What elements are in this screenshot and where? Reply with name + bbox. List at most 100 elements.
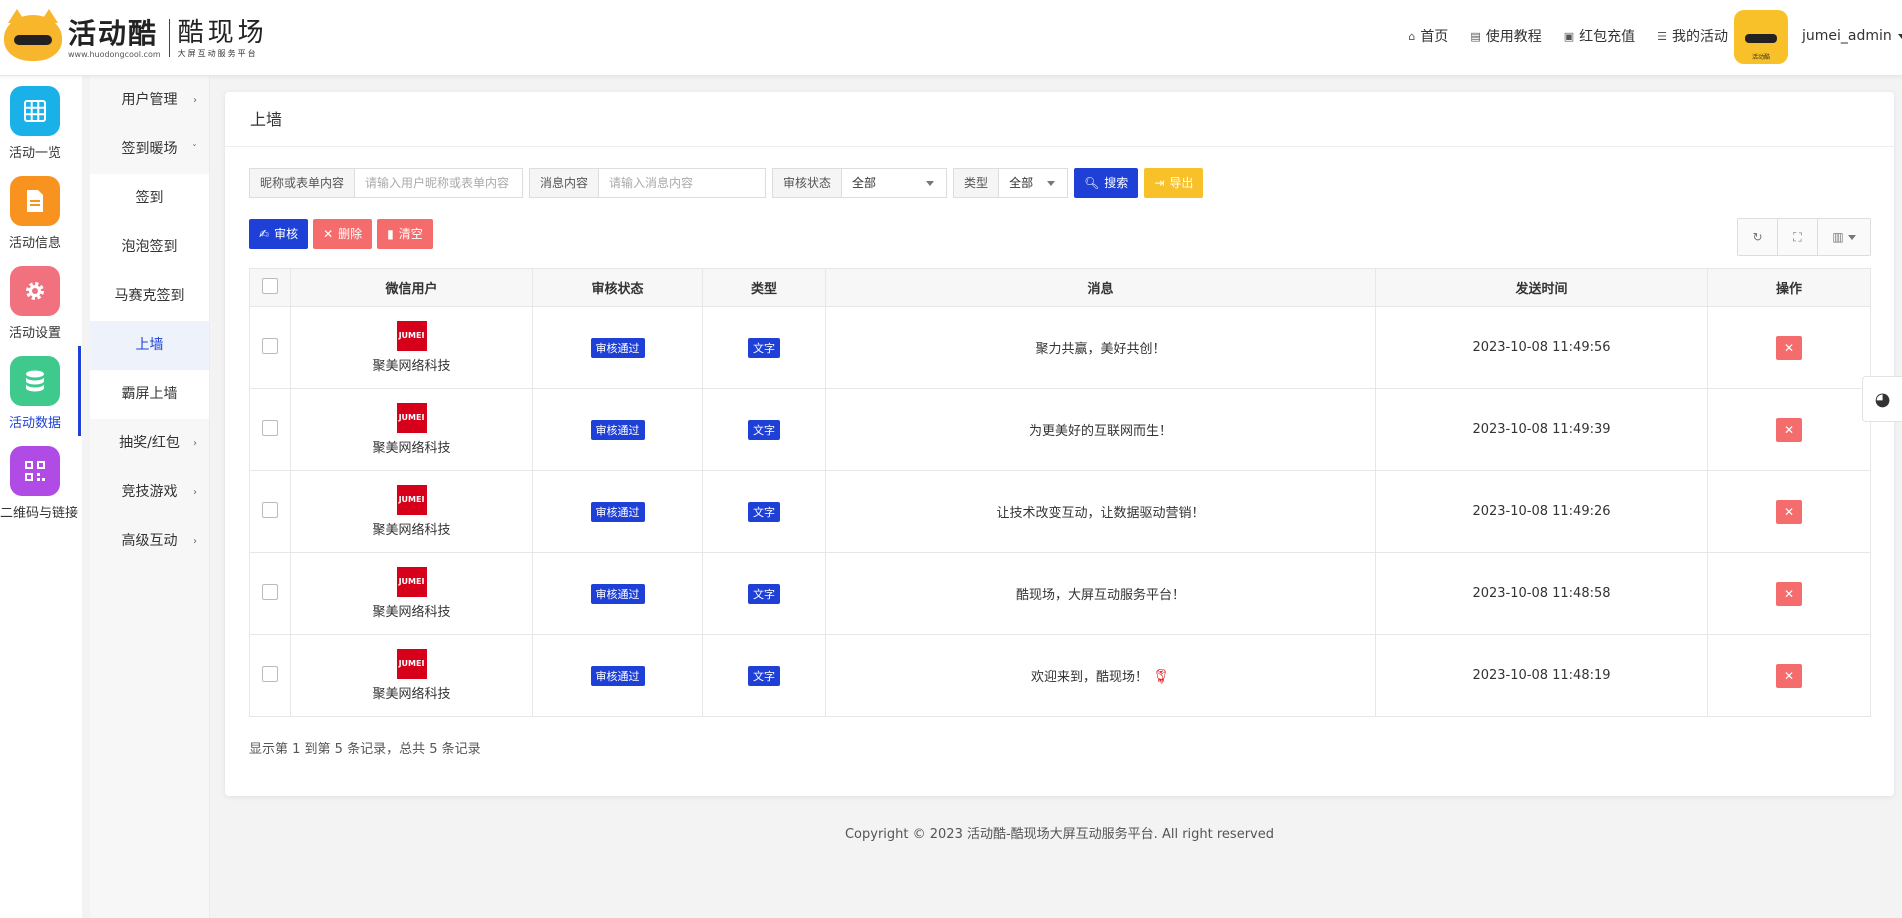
message-cell: 聚力共赢，美好共创！ xyxy=(825,306,1376,389)
qq-contact-icon[interactable]: ◕ xyxy=(1862,376,1902,422)
approve-button[interactable]: ✍ 审核 xyxy=(249,219,309,249)
submenu-fullscreen-wall[interactable]: 霸屏上墙 xyxy=(90,370,209,419)
select-all-cell xyxy=(249,268,291,307)
delete-row-button[interactable]: ✕ xyxy=(1776,335,1802,360)
nav-my-activities[interactable]: ☰ 我的活动 xyxy=(1657,26,1728,46)
submenu-label: 高级互动 xyxy=(121,533,178,549)
submenu-label: 上墙 xyxy=(135,337,164,353)
document-icon xyxy=(10,176,60,226)
submenu-checkin[interactable]: 签到 xyxy=(90,174,209,223)
action-cell: ✕ xyxy=(1707,470,1871,553)
nav-tutorial-label: 使用教程 xyxy=(1485,29,1542,45)
type-filter: 类型 全部 xyxy=(953,168,1069,198)
fullscreen-icon[interactable]: ⛶ xyxy=(1778,219,1818,255)
user-name: 聚美网络科技 xyxy=(372,605,451,620)
database-icon xyxy=(10,356,60,406)
trash-icon: ▮ xyxy=(387,227,394,241)
user-cell: JUMEI 聚美网络科技 xyxy=(290,306,533,389)
search-icon: 🔍︎ xyxy=(1084,176,1100,190)
status-badge: 审核通过 xyxy=(590,501,645,522)
select-all-checkbox[interactable] xyxy=(262,277,278,294)
sidebar-active-indicator xyxy=(78,346,81,436)
action-bar: ✍ 审核 ✕ 删除 ▮ 清空 xyxy=(249,219,433,249)
user-cell: JUMEI 聚美网络科技 xyxy=(290,388,533,471)
page-title: 上墙 xyxy=(225,92,1894,147)
nav-tutorial[interactable]: ▤ 使用教程 xyxy=(1470,26,1541,46)
sidebar-label: 活动设置 xyxy=(9,326,62,341)
submenu-user-management[interactable]: 用户管理 › xyxy=(90,76,209,125)
nav-my-activities-label: 我的活动 xyxy=(1672,29,1728,45)
submenu-bubble-checkin[interactable]: 泡泡签到 xyxy=(90,223,209,272)
chevron-right-icon: › xyxy=(193,536,197,547)
submenu-advanced-interaction[interactable]: 高级互动 › xyxy=(90,517,209,566)
submenu-competitive-games[interactable]: 竞技游戏 › xyxy=(90,468,209,517)
status-select[interactable]: 全部 xyxy=(842,169,947,197)
avatar-caption: 活动酷 xyxy=(1751,54,1770,61)
status-cell: 审核通过 xyxy=(532,388,703,471)
sidebar-item-activity-settings[interactable]: 活动设置 xyxy=(0,266,82,341)
status-cell: 审核通过 xyxy=(532,470,703,553)
nav-home-label: 首页 xyxy=(1420,29,1449,45)
submenu-label: 马赛克签到 xyxy=(114,288,185,304)
row-checkbox[interactable] xyxy=(262,337,278,354)
nickname-input[interactable] xyxy=(355,169,523,197)
time-cell: 2023-10-08 11:48:19 xyxy=(1375,634,1708,717)
search-button[interactable]: 🔍︎ 搜索 xyxy=(1074,168,1139,198)
nav-recharge-label: 红包充值 xyxy=(1579,29,1636,45)
table-row: JUMEI 聚美网络科技 审核通过 文字 聚力共赢，美好共创！ 2023-10-0… xyxy=(249,306,1871,389)
user-name: 聚美网络科技 xyxy=(372,523,451,538)
submenu-message-wall[interactable]: 上墙 xyxy=(90,321,209,370)
gear-icon xyxy=(10,266,60,316)
nav-home[interactable]: ⌂ 首页 xyxy=(1408,26,1448,46)
columns-toggle-icon[interactable]: ▥ xyxy=(1818,219,1870,255)
user-avatar[interactable]: 活动酷 xyxy=(1734,10,1788,64)
nickname-filter: 昵称或表单内容 xyxy=(249,168,524,198)
row-checkbox[interactable] xyxy=(262,583,278,600)
sub-menu: 用户管理 › 签到暖场 ˇ 签到 泡泡签到 马赛克签到 上墙 霸屏上墙 抽奖/红包 ›… xyxy=(90,76,210,918)
sidebar-item-activity-data[interactable]: 活动数据 xyxy=(0,356,82,431)
submenu-checkin-warmup[interactable]: 签到暖场 ˇ xyxy=(90,125,209,174)
chevron-down-icon xyxy=(926,181,935,186)
row-checkbox[interactable] xyxy=(262,501,278,518)
logo-subtitle: 酷现场 xyxy=(177,17,268,48)
user-menu[interactable]: jumei_admin xyxy=(1802,28,1902,44)
clear-button[interactable]: ▮ 清空 xyxy=(377,219,433,249)
nav-recharge[interactable]: ▣ 红包充值 xyxy=(1564,26,1635,46)
type-cell: 文字 xyxy=(702,470,826,553)
row-checkbox[interactable] xyxy=(262,665,278,682)
submenu-lottery-redpacket[interactable]: 抽奖/红包 › xyxy=(90,419,209,468)
user-cell: JUMEI 聚美网络科技 xyxy=(290,470,533,553)
message-label: 消息内容 xyxy=(530,169,600,197)
row-select-cell xyxy=(249,306,291,389)
pagination-summary: 显示第 1 到第 5 条记录，总共 5 条记录 xyxy=(249,742,481,757)
qrcode-icon xyxy=(10,446,60,496)
type-select[interactable]: 全部 xyxy=(999,169,1068,197)
search-button-label: 搜索 xyxy=(1104,176,1129,190)
delete-row-button[interactable]: ✕ xyxy=(1776,581,1802,606)
user-name: 聚美网络科技 xyxy=(372,441,451,456)
user-avatar-image: JUMEI xyxy=(396,567,427,597)
chevron-down-icon xyxy=(1847,234,1856,240)
refresh-icon[interactable]: ↻ xyxy=(1738,219,1778,255)
delete-row-button[interactable]: ✕ xyxy=(1776,663,1802,688)
delete-button[interactable]: ✕ 删除 xyxy=(313,219,373,249)
export-button[interactable]: ⇥ 导出 xyxy=(1144,168,1204,198)
row-checkbox[interactable] xyxy=(262,419,278,436)
delete-row-button[interactable]: ✕ xyxy=(1776,499,1802,524)
message-text: 欢迎来到，酷现场！ xyxy=(1031,670,1149,685)
sidebar-item-activity-info[interactable]: 活动信息 xyxy=(0,176,82,251)
delete-row-button[interactable]: ✕ xyxy=(1776,417,1802,442)
sidebar-item-qrcode-links[interactable]: 二维码与链接 xyxy=(0,446,82,521)
sidebar-item-activity-overview[interactable]: 活动一览 xyxy=(0,86,82,161)
status-label: 审核状态 xyxy=(773,169,843,197)
table-row: JUMEI 聚美网络科技 审核通过 文字 让技术改变互动，让数据驱动营销！ 202… xyxy=(249,470,1871,553)
message-cell: 欢迎来到，酷现场！ 🌹︎ xyxy=(825,634,1376,717)
row-select-cell xyxy=(249,634,291,717)
status-badge: 审核通过 xyxy=(590,665,645,686)
message-cell: 为更美好的互联网而生！ xyxy=(825,388,1376,471)
brand-logo[interactable]: 活动酷 www.huodongcool.com 酷现场 大屏互动服务平台 xyxy=(4,9,268,64)
message-input[interactable] xyxy=(599,169,766,197)
status-cell: 审核通过 xyxy=(532,634,703,717)
submenu-mosaic-checkin[interactable]: 马赛克签到 xyxy=(90,272,209,321)
table-row: JUMEI 聚美网络科技 审核通过 文字 为更美好的互联网而生！ 2023-10-… xyxy=(249,388,1871,471)
